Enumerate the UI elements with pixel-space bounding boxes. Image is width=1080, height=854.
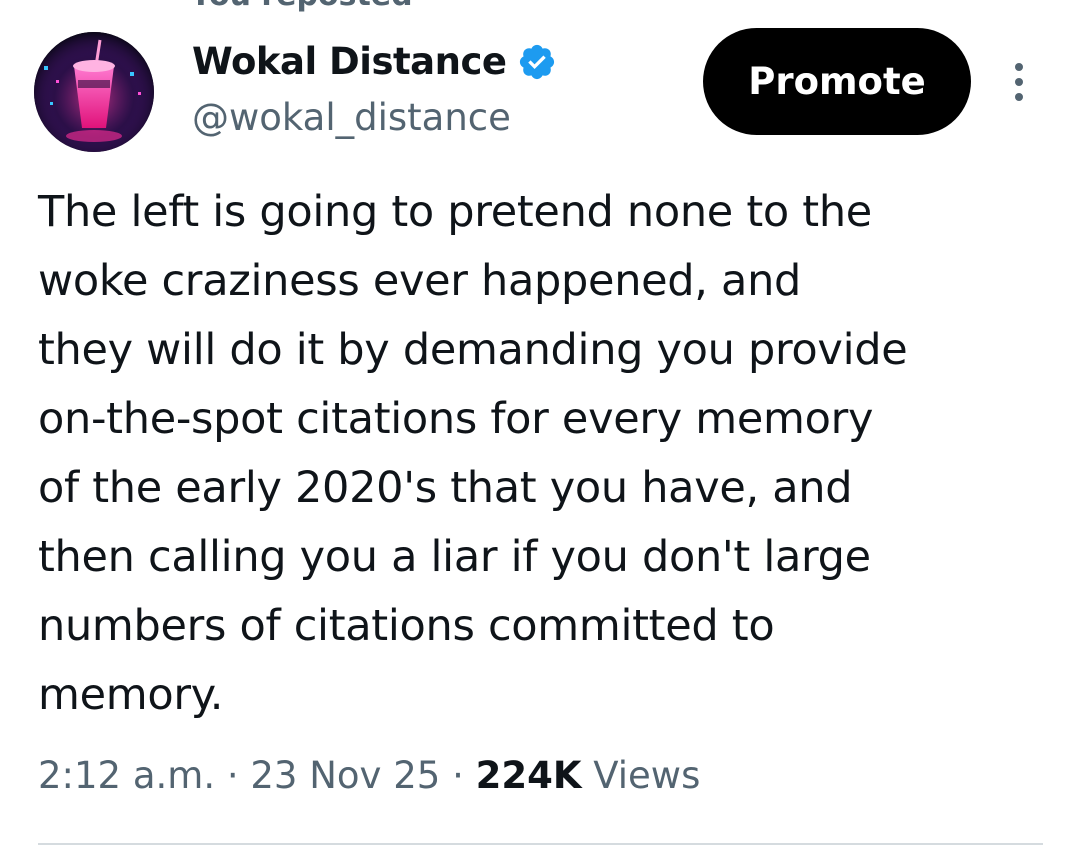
divider [38, 843, 1043, 845]
reposted-label: You reposted [190, 0, 413, 13]
tweet-text: The left is going to pretend none to the… [38, 187, 908, 720]
promote-button[interactable]: Promote [703, 28, 971, 135]
views-label[interactable]: Views [593, 754, 700, 797]
tweet-detail: You reposted [0, 0, 1080, 854]
more-vertical-icon[interactable] [1004, 60, 1034, 104]
author-display-name[interactable]: Wokal Distance [192, 40, 507, 83]
tweet-time[interactable]: 2:12 a.m. [38, 754, 215, 797]
avatar[interactable] [34, 32, 154, 152]
meta-separator: · [452, 754, 464, 797]
verified-badge-icon [519, 44, 554, 79]
author-name-row[interactable]: Wokal Distance [192, 40, 557, 83]
meta-separator: · [226, 754, 239, 797]
author-handle[interactable]: @wokal_distance [192, 96, 511, 139]
tweet-date[interactable]: 23 Nov 25 [250, 754, 440, 797]
views-count[interactable]: 224K [476, 754, 582, 797]
tweet-meta: 2:12 a.m. · 23 Nov 25 · 224K Views [38, 754, 700, 797]
